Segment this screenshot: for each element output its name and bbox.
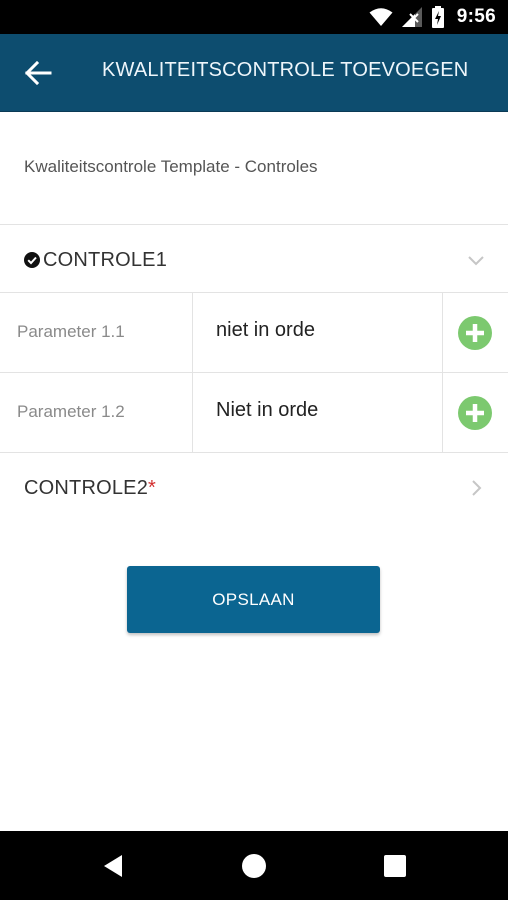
section-controle1-header[interactable]: CONTROLE1 bbox=[0, 226, 508, 292]
section-label: CONTROLE2* bbox=[24, 477, 157, 499]
parameter-value[interactable]: Niet in orde bbox=[216, 399, 318, 422]
check-circle-icon bbox=[24, 252, 40, 268]
status-time: 9:56 bbox=[456, 6, 496, 27]
chevron-down-icon[interactable] bbox=[466, 250, 486, 270]
section-controle2-header[interactable]: CONTROLE2* bbox=[0, 454, 508, 520]
wifi-icon bbox=[369, 8, 393, 26]
template-subtitle: Kwaliteitscontrole Template - Controles bbox=[24, 157, 318, 176]
required-mark: * bbox=[148, 477, 157, 499]
back-triangle-icon[interactable] bbox=[101, 853, 127, 879]
chevron-right-icon[interactable] bbox=[466, 478, 486, 498]
add-circle-icon[interactable] bbox=[458, 396, 492, 430]
home-circle-icon[interactable] bbox=[241, 853, 267, 879]
column-divider bbox=[192, 373, 193, 453]
arrow-left-icon[interactable] bbox=[22, 58, 54, 88]
parameter-row: Parameter 1.1 niet in orde bbox=[0, 293, 508, 373]
page-title: KWALITEITSCONTROLE TOEVOEGEN bbox=[102, 59, 469, 81]
column-divider bbox=[442, 293, 443, 373]
signal-icon bbox=[401, 7, 422, 27]
add-circle-icon[interactable] bbox=[458, 316, 492, 350]
battery-icon bbox=[431, 6, 444, 28]
app-bar: KWALITEITSCONTROLE TOEVOEGEN bbox=[0, 34, 508, 112]
column-divider bbox=[442, 373, 443, 453]
parameter-name: Parameter 1.1 bbox=[17, 322, 125, 341]
save-button[interactable]: OPSLAAN bbox=[127, 566, 380, 633]
divider bbox=[0, 224, 508, 225]
column-divider bbox=[192, 293, 193, 373]
parameter-value[interactable]: niet in orde bbox=[216, 319, 315, 342]
status-bar: 9:56 bbox=[0, 0, 508, 34]
recents-square-icon[interactable] bbox=[382, 853, 408, 879]
section-label: CONTROLE1 bbox=[43, 249, 168, 271]
parameter-name: Parameter 1.2 bbox=[17, 402, 125, 421]
parameter-row: Parameter 1.2 Niet in orde bbox=[0, 373, 508, 453]
navigation-bar bbox=[0, 831, 508, 900]
status-icons: 9:56 bbox=[369, 0, 496, 34]
